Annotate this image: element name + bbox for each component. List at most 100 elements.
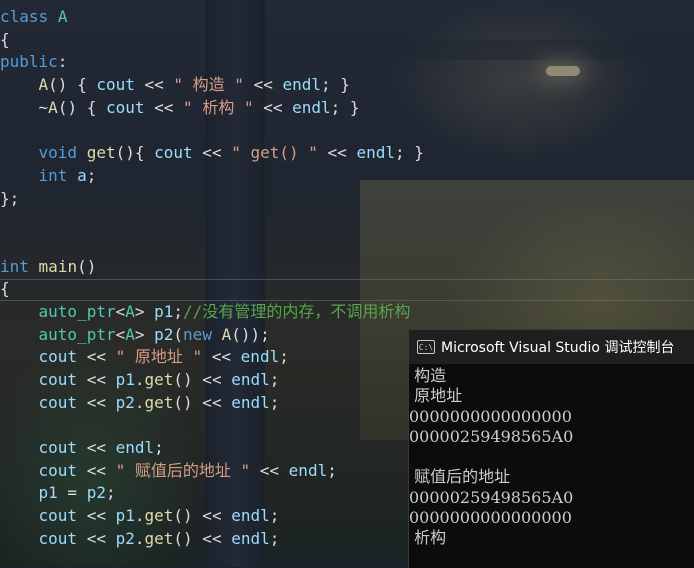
code-line[interactable]: A() { cout << " 构造 " << endl; } xyxy=(0,74,424,97)
code-line[interactable]: cout << p2.get() << endl; xyxy=(0,392,424,415)
console-app-icon: C:\ xyxy=(417,340,435,354)
code-token: A xyxy=(38,75,49,95)
code-token: > xyxy=(134,324,155,344)
code-token: . xyxy=(134,528,145,548)
code-editor[interactable]: class A{public: A() { cout << " 构造 " << … xyxy=(0,6,424,551)
code-token: ; xyxy=(86,165,97,185)
console-output-line: 00000259498565A0 xyxy=(409,487,574,507)
code-token: get xyxy=(144,370,174,389)
code-line[interactable]: }; xyxy=(0,188,424,211)
console-output-line: 0000000000000000 xyxy=(409,508,572,528)
code-line[interactable]: class A xyxy=(0,6,424,29)
code-token: get xyxy=(144,528,174,548)
code-token: p1 xyxy=(115,370,135,389)
code-line[interactable]: auto_ptr<A> p1;//没有管理的内存，不调用析构 xyxy=(0,301,424,324)
code-token: = xyxy=(57,483,87,503)
code-token: < xyxy=(115,301,126,321)
code-token: ; xyxy=(269,528,280,548)
code-line[interactable]: cout << " 赋值后的地址 " << endl; xyxy=(0,460,424,483)
code-token: << xyxy=(192,143,232,163)
code-token: auto_ptr xyxy=(38,301,116,321)
code-token: A xyxy=(221,324,232,344)
code-line[interactable] xyxy=(0,414,424,437)
code-token: cout xyxy=(154,143,193,163)
console-output-line: 赋值后的地址 xyxy=(409,467,511,487)
code-token: () << xyxy=(173,392,232,412)
code-token: ; xyxy=(327,460,337,480)
code-token: p1 xyxy=(38,483,58,503)
code-token: cout xyxy=(38,392,78,412)
code-line[interactable] xyxy=(0,119,424,142)
console-title: Microsoft Visual Studio 调试控制台 xyxy=(441,340,675,356)
code-line[interactable]: cout << p1.get() << endl; xyxy=(0,505,424,528)
code-line[interactable]: int a; xyxy=(0,165,424,188)
code-line[interactable]: cout << " 原地址 " << endl; xyxy=(0,346,424,369)
code-token: . xyxy=(134,506,145,526)
code-token: { xyxy=(0,29,10,49)
code-token: endl xyxy=(292,97,331,117)
code-token: endl xyxy=(282,75,322,95)
code-token: public xyxy=(0,52,58,72)
code-token: cout xyxy=(38,506,78,526)
console-output-line: 0000000000000000 xyxy=(409,406,572,426)
console-title-bar[interactable]: C:\ Microsoft Visual Studio 调试控制台 xyxy=(409,330,694,364)
code-token: > xyxy=(134,301,155,321)
code-line[interactable]: { xyxy=(0,29,424,52)
code-token: a xyxy=(77,165,87,185)
code-token: A xyxy=(125,324,135,344)
code-token: int xyxy=(38,165,68,185)
code-line[interactable]: void get(){ cout << " get() " << endl; } xyxy=(0,142,424,165)
code-token: ; } xyxy=(321,75,350,95)
code-token: " 赋值后的地址 " xyxy=(115,460,251,480)
code-line[interactable]: int main() xyxy=(0,256,424,279)
code-token: cout xyxy=(38,370,78,389)
code-token: get xyxy=(144,392,174,412)
code-token: A xyxy=(48,97,58,117)
code-line[interactable] xyxy=(0,233,424,256)
code-token: << xyxy=(317,143,357,163)
code-token: ( xyxy=(173,324,184,344)
code-token: endl xyxy=(231,392,270,412)
code-token: get xyxy=(86,143,116,163)
code-line[interactable]: cout << endl; xyxy=(0,437,424,460)
code-token: ; xyxy=(269,392,280,412)
code-line[interactable]: public: xyxy=(0,51,424,74)
code-line[interactable]: ~A() { cout << " 析构 " << endl; } xyxy=(0,97,424,120)
code-token: ; xyxy=(279,347,289,367)
code-token: cout xyxy=(38,347,78,367)
code-token: ; xyxy=(269,370,280,389)
code-line[interactable]: cout << p2.get() << endl; xyxy=(0,528,424,551)
code-token: << xyxy=(77,438,116,458)
code-line[interactable]: { xyxy=(0,278,424,301)
console-output[interactable]: 构造 原地址 0000000000000000 00000259498565A0 赋… xyxy=(409,364,694,549)
code-token: ; xyxy=(173,301,184,321)
code-token: << xyxy=(77,347,116,367)
code-token: () { xyxy=(57,97,106,117)
code-line[interactable]: cout << p1.get() << endl; xyxy=(0,369,424,392)
code-token: . xyxy=(134,370,145,389)
code-token: " 析构 " xyxy=(183,97,254,117)
code-line[interactable] xyxy=(0,210,424,233)
code-token: : xyxy=(57,52,68,72)
code-line[interactable]: auto_ptr<A> p2(new A()); xyxy=(0,324,424,347)
debug-console-window[interactable]: C:\ Microsoft Visual Studio 调试控制台 构造 原地址… xyxy=(408,329,694,568)
code-token: int xyxy=(0,256,29,276)
code-token: endl xyxy=(240,347,280,367)
code-token: endl xyxy=(115,438,155,458)
code-token: p1 xyxy=(115,506,135,526)
code-token: get xyxy=(144,506,174,526)
code-token: << xyxy=(253,97,293,117)
code-line[interactable]: p1 = p2; xyxy=(0,482,424,505)
console-output-line: 构造 xyxy=(409,366,447,385)
